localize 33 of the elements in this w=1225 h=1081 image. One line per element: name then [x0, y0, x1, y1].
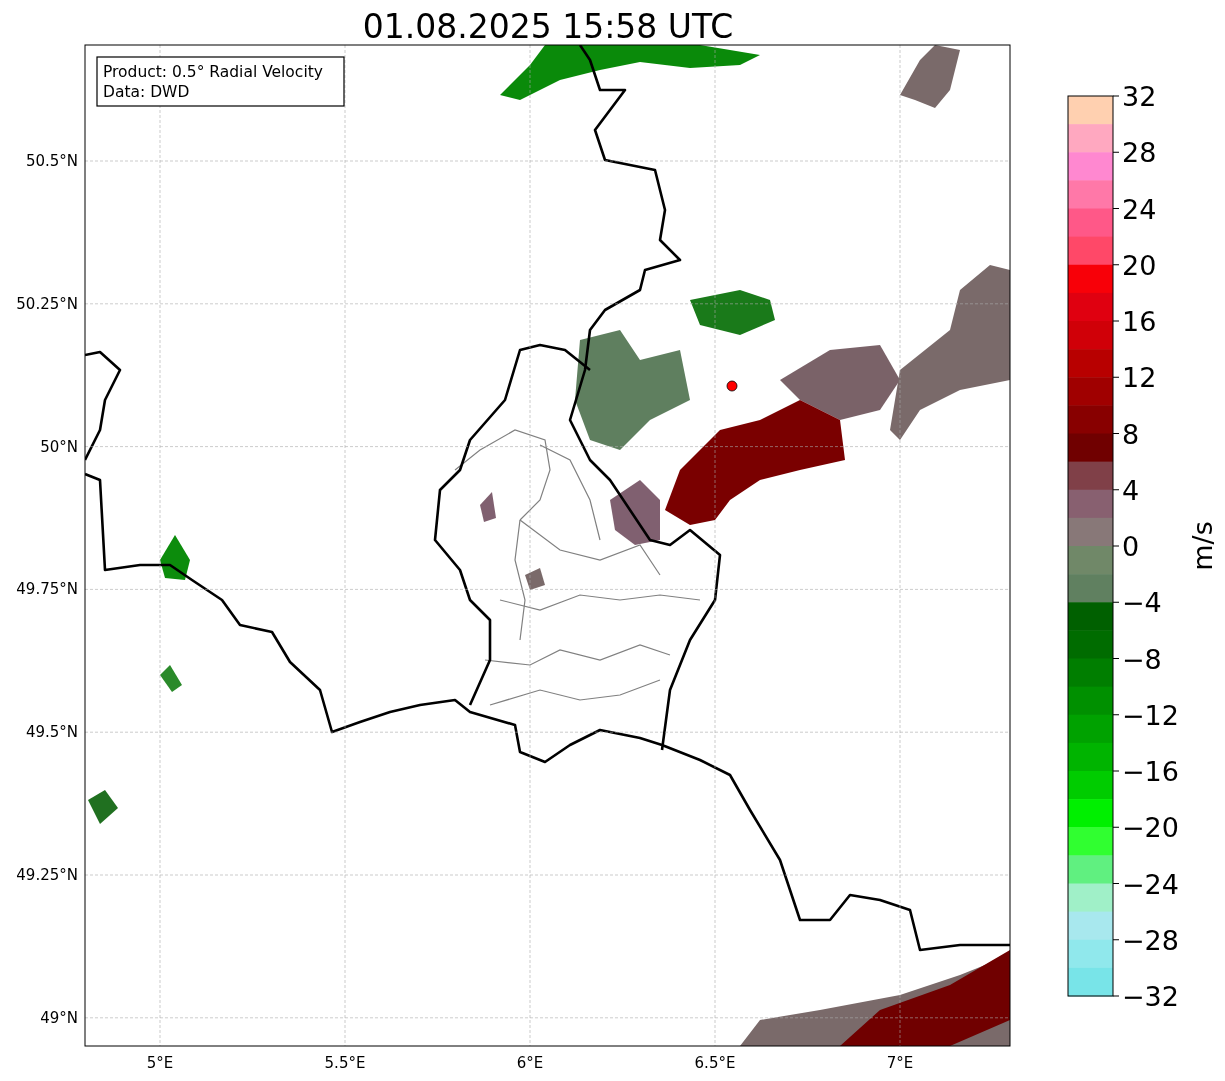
colorbar-tick-label: 12 [1122, 362, 1157, 394]
colorbar-tick-label: 8 [1122, 418, 1140, 450]
colorbar-tick-label: 16 [1122, 306, 1157, 337]
x-axis-label: 5°E [146, 1054, 174, 1072]
y-axis-label: 50.25°N [16, 294, 78, 313]
x-axis-label: 5.5°E [324, 1054, 366, 1072]
colorbar-tick-label: −4 [1122, 587, 1162, 619]
y-axis-label: 49°N [40, 1008, 78, 1027]
colorbar-tick-label: 24 [1122, 193, 1157, 225]
colorbar-tick-label: 20 [1122, 249, 1157, 281]
colorbar-tick-label: −32 [1122, 981, 1179, 1012]
x-axis-label: 6.5°E [694, 1054, 736, 1072]
chart-title: 01.08.2025 15:58 UTC [362, 7, 734, 46]
legend-text: Product: 0.5° Radial Velocity [103, 63, 323, 81]
y-axis-label: 50°N [40, 437, 78, 456]
colorbar-tick-label: −28 [1122, 924, 1179, 956]
colorbar-tick-label: −12 [1122, 699, 1179, 731]
colorbar-tick-label: −8 [1122, 643, 1162, 675]
colorbar-tick-label: 32 [1122, 81, 1157, 112]
y-axis-label: 49.25°N [16, 866, 78, 884]
colorbar-tick-label: 0 [1122, 531, 1140, 562]
colorbar-tick-label: 4 [1122, 474, 1140, 506]
y-axis-label: 49.5°N [25, 723, 78, 742]
y-axis-label: 49.75°N [16, 580, 78, 599]
colorbar-tick-label: 28 [1122, 137, 1157, 169]
colorbar-tick-label: −16 [1122, 756, 1179, 787]
colorbar-tick-label: −24 [1122, 868, 1179, 900]
y-axis-label: 50.5°N [25, 152, 78, 170]
legend-text: Data: DWD [103, 83, 190, 101]
x-axis-label: 7°E [886, 1054, 914, 1072]
colorbar-tick-label: −20 [1122, 812, 1179, 844]
colorbar-axis-label: m/s [1187, 521, 1218, 571]
x-axis-label: 6°E [516, 1054, 544, 1072]
